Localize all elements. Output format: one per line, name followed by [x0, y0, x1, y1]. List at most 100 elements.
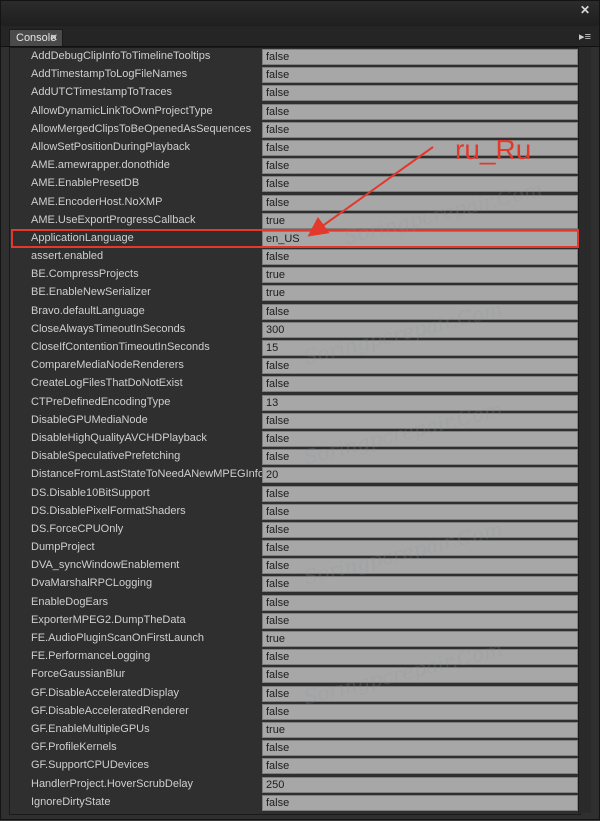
setting-value-field[interactable]: false [262, 503, 578, 520]
table-row[interactable]: AME.EncoderHost.NoXMP false [10, 194, 580, 212]
table-row[interactable]: DS.Disable10BitSupport false [10, 485, 580, 503]
setting-value-field[interactable]: false [262, 649, 578, 666]
setting-value-field[interactable]: false [262, 303, 578, 320]
setting-value-field[interactable]: en_US [262, 230, 578, 247]
setting-value-field[interactable]: true [262, 267, 578, 284]
table-row[interactable]: DisableHighQualityAVCHDPlayback false [10, 430, 580, 448]
table-row[interactable]: DumpProject false [10, 539, 580, 557]
setting-value-field[interactable]: false [262, 758, 578, 775]
setting-name: AME.amewrapper.donothide [31, 159, 170, 172]
setting-value-field[interactable]: true [262, 212, 578, 229]
table-row[interactable]: FE.PerformanceLogging false [10, 648, 580, 666]
table-row[interactable]: AddUTCTimestampToTraces false [10, 84, 580, 102]
table-row[interactable]: GF.SupportCPUDevices false [10, 757, 580, 775]
setting-value-field[interactable]: 300 [262, 321, 578, 338]
table-row[interactable]: DvaMarshalRPCLogging false [10, 575, 580, 593]
setting-value-field[interactable]: false [262, 740, 578, 757]
setting-value-field[interactable]: true [262, 721, 578, 738]
table-row[interactable]: CloseAlwaysTimeoutInSeconds 300 [10, 321, 580, 339]
setting-name: AddDebugClipInfoToTimelineTooltips [31, 50, 211, 62]
tab-console[interactable]: Console ✕ [9, 29, 63, 46]
table-row[interactable]: DistanceFromLastStateToNeedANewMPEGInfo 2… [10, 466, 580, 484]
close-icon[interactable]: ✕ [579, 4, 591, 16]
setting-value-field[interactable]: false [262, 103, 578, 120]
setting-value-field[interactable]: false [262, 449, 578, 466]
table-row[interactable]: CTPreDefinedEncodingType 13 [10, 394, 580, 412]
setting-value-field[interactable]: 15 [262, 340, 578, 356]
setting-name: AME.UseExportProgressCallback [31, 213, 196, 226]
setting-value-field[interactable]: false [262, 49, 578, 65]
table-row[interactable]: IgnoreDirtyState false [10, 794, 580, 812]
table-row[interactable]: AME.EnablePresetDB false [10, 175, 580, 193]
setting-value-field[interactable]: false [262, 194, 578, 211]
setting-value-field[interactable]: false [262, 703, 578, 720]
tab-strip [1, 26, 599, 47]
table-row[interactable]: EnableDogEars false [10, 594, 580, 612]
table-row[interactable]: assert.enabled false [10, 248, 580, 266]
scrollbar[interactable] [578, 47, 591, 813]
table-row[interactable]: GF.EnableMultipleGPUs true [10, 721, 580, 739]
setting-value-field[interactable]: false [262, 521, 578, 538]
setting-value-field[interactable]: false [262, 249, 578, 266]
table-row[interactable]: DisableGPUMediaNode false [10, 412, 580, 430]
table-row[interactable]: DS.ForceCPUOnly false [10, 521, 580, 539]
table-row[interactable]: DisableSpeculativePrefetching false [10, 448, 580, 466]
setting-name: DisableGPUMediaNode [31, 413, 148, 426]
table-row[interactable]: CreateLogFilesThatDoNotExist false [10, 375, 580, 393]
setting-value-field[interactable]: false [262, 540, 578, 557]
setting-value-field[interactable]: false [262, 176, 578, 193]
table-row[interactable]: AddTimestampToLogFileNames false [10, 66, 580, 84]
setting-value-field[interactable]: 20 [262, 467, 578, 484]
table-row[interactable]: GF.DisableAcceleratedRenderer false [10, 703, 580, 721]
setting-name: ApplicationLanguage [31, 231, 134, 244]
setting-value-field[interactable]: false [262, 558, 578, 575]
setting-value-field[interactable]: false [262, 485, 578, 502]
table-row[interactable]: AllowDynamicLinkToOwnProjectType false [10, 103, 580, 121]
setting-value-field[interactable]: false [262, 430, 578, 447]
setting-value-field[interactable]: true [262, 631, 578, 647]
setting-value-field[interactable]: false [262, 85, 578, 102]
table-row[interactable]: AddDebugClipInfoToTimelineTooltips false [10, 48, 580, 66]
table-row[interactable]: BE.EnableNewSerializer true [10, 284, 580, 302]
table-row[interactable]: GF.ProfileKernels false [10, 739, 580, 757]
table-row[interactable]: ForceGaussianBlur false [10, 666, 580, 684]
table-row[interactable]: DS.DisablePixelFormatShaders false [10, 503, 580, 521]
panel-menu-icon[interactable]: ▸≡ [579, 30, 591, 44]
table-row[interactable]: BE.CompressProjects true [10, 266, 580, 284]
setting-value-field[interactable]: true [262, 285, 578, 302]
setting-value-field[interactable]: false [262, 794, 578, 811]
setting-value-field[interactable]: false [262, 667, 578, 684]
setting-name: FE.AudioPluginScanOnFirstLaunch [31, 632, 205, 644]
table-row[interactable]: ApplicationLanguage en_US [10, 230, 580, 248]
setting-value-field[interactable]: false [262, 412, 578, 429]
setting-value-field[interactable]: false [262, 594, 578, 611]
setting-name: CompareMediaNodeRenderers [31, 359, 184, 372]
setting-name: GF.DisableAcceleratedRenderer [31, 704, 189, 717]
table-row[interactable]: AME.UseExportProgressCallback true [10, 212, 580, 230]
table-row[interactable]: Bravo.defaultLanguage false [10, 303, 580, 321]
setting-name: DVA_syncWindowEnablement [31, 559, 180, 572]
tab-close-icon[interactable]: ✕ [50, 30, 58, 47]
setting-name: CloseAlwaysTimeoutInSeconds [31, 322, 186, 335]
setting-value-field[interactable]: false [262, 358, 578, 375]
setting-name: CloseIfContentionTimeoutInSeconds [31, 341, 210, 353]
setting-name: HandlerProject.HoverScrubDelay [31, 777, 194, 790]
setting-name: DistanceFromLastStateToNeedANewMPEGInfo [31, 468, 264, 481]
table-row[interactable]: DVA_syncWindowEnablement false [10, 557, 580, 575]
setting-value-field[interactable]: false [262, 67, 578, 84]
setting-value-field[interactable]: false [262, 576, 578, 593]
annotation-label: ru_Ru [455, 134, 532, 165]
table-row[interactable]: FE.AudioPluginScanOnFirstLaunch true [10, 630, 580, 648]
setting-value-field[interactable]: false [262, 376, 578, 393]
table-row[interactable]: HandlerProject.HoverScrubDelay 250 [10, 776, 580, 794]
setting-value-field[interactable]: false [262, 612, 578, 629]
table-row[interactable]: GF.DisableAcceleratedDisplay false [10, 685, 580, 703]
setting-name: ExporterMPEG2.DumpTheData [31, 613, 186, 626]
setting-value-field[interactable]: 13 [262, 394, 578, 411]
table-row[interactable]: ExporterMPEG2.DumpTheData false [10, 612, 580, 630]
setting-value-field[interactable]: false [262, 685, 578, 702]
table-row[interactable]: CloseIfContentionTimeoutInSeconds 15 [10, 339, 580, 357]
table-row[interactable]: CompareMediaNodeRenderers false [10, 357, 580, 375]
setting-name: DS.ForceCPUOnly [31, 522, 124, 535]
setting-value-field[interactable]: 250 [262, 776, 578, 793]
